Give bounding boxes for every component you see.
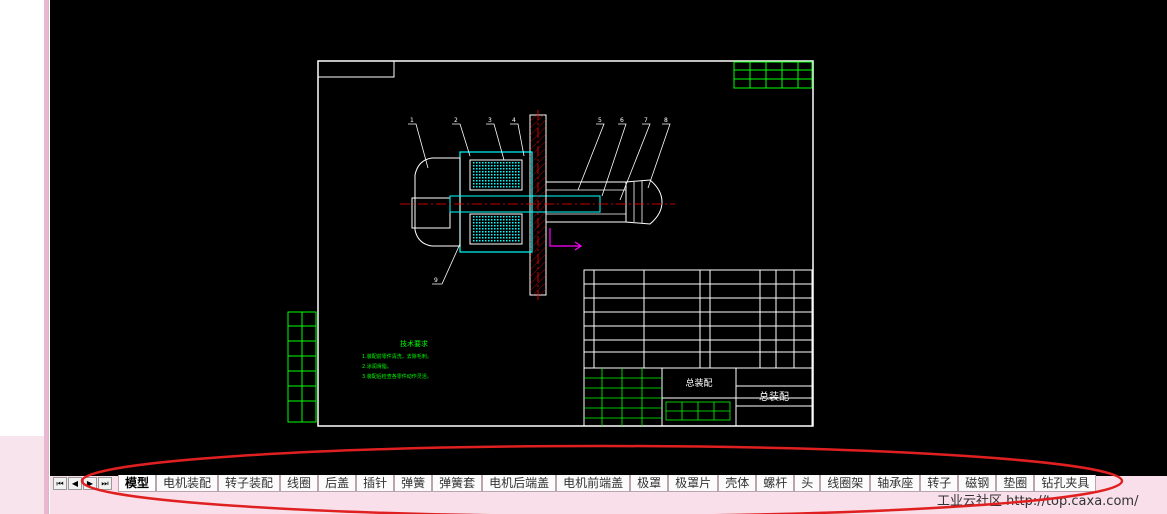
tab-16[interactable]: 轴承座 xyxy=(870,475,921,492)
top-right-block xyxy=(733,61,813,89)
tab-5[interactable]: 插针 xyxy=(356,475,395,492)
note-line-2: 2.涂润滑脂。 xyxy=(362,363,392,370)
left-panel-splitter[interactable] xyxy=(44,0,48,514)
tab-3[interactable]: 线圈 xyxy=(280,475,319,492)
assembly-section-view xyxy=(400,110,675,300)
note-line-1: 1.装配前零件清洗，去除毛刺。 xyxy=(362,353,432,360)
tab-9[interactable]: 电机前端盖 xyxy=(556,475,631,492)
balloon-label: 3 xyxy=(488,117,492,124)
tab-8[interactable]: 电机后端盖 xyxy=(482,475,557,492)
parts-list-table xyxy=(583,269,813,369)
last-tab-button[interactable]: ⏭ xyxy=(98,477,112,490)
first-tab-button[interactable]: ⏮ xyxy=(53,477,67,490)
note-line-3: 3.装配后检查各零件动作灵活。 xyxy=(362,373,432,380)
balloon-label: 7 xyxy=(644,117,648,124)
tab-11[interactable]: 极罩片 xyxy=(668,475,719,492)
left-panel xyxy=(0,0,49,514)
balloon-label: 8 xyxy=(664,117,668,124)
top-left-box xyxy=(317,60,395,78)
tab-4[interactable]: 后盖 xyxy=(318,475,357,492)
balloon-label: 6 xyxy=(620,117,624,124)
drawing-frame xyxy=(317,60,814,427)
tab-7[interactable]: 弹簧套 xyxy=(432,475,483,492)
balloon-label: 1 xyxy=(410,117,414,124)
tab-13[interactable]: 螺杆 xyxy=(756,475,795,492)
left-panel-blank xyxy=(0,0,44,436)
tab-12[interactable]: 壳体 xyxy=(718,475,757,492)
tab-1[interactable]: 电机装配 xyxy=(156,475,219,492)
balloon-label: 9 xyxy=(434,277,438,284)
left-margin-marks xyxy=(287,311,317,423)
left-panel-lower xyxy=(0,436,44,514)
tab-6[interactable]: 弹簧 xyxy=(394,475,433,492)
cad-drawing: 总装配 总装配 技术要求 1.装配前零件清洗，去除毛刺。 2.涂润滑脂。 3.装… xyxy=(287,60,814,427)
title-block-grid xyxy=(584,368,731,426)
balloon-label: 4 xyxy=(512,117,516,124)
prev-tab-button[interactable]: ◀ xyxy=(68,477,82,490)
title-block-drawing-name: 总装配 xyxy=(759,390,789,403)
drawing-canvas[interactable]: 总装配 总装配 技术要求 1.装配前零件清洗，去除毛刺。 2.涂润滑脂。 3.装… xyxy=(50,0,1167,470)
tab-15[interactable]: 线圈架 xyxy=(820,475,871,492)
tab-2[interactable]: 转子装配 xyxy=(218,475,281,492)
tab-10[interactable]: 极罩 xyxy=(630,475,669,492)
tab-0[interactable]: 模型 xyxy=(118,475,157,492)
title-block-name: 总装配 xyxy=(685,377,712,389)
tech-requirements-title: 技术要求 xyxy=(400,339,428,348)
next-tab-button[interactable]: ▶ xyxy=(83,477,97,490)
balloon-label: 2 xyxy=(454,117,458,124)
tab-14[interactable]: 头 xyxy=(794,475,821,492)
watermark: 工业云社区 http://top.caxa.com/ xyxy=(937,494,1139,509)
balloon-label: 5 xyxy=(598,117,602,124)
